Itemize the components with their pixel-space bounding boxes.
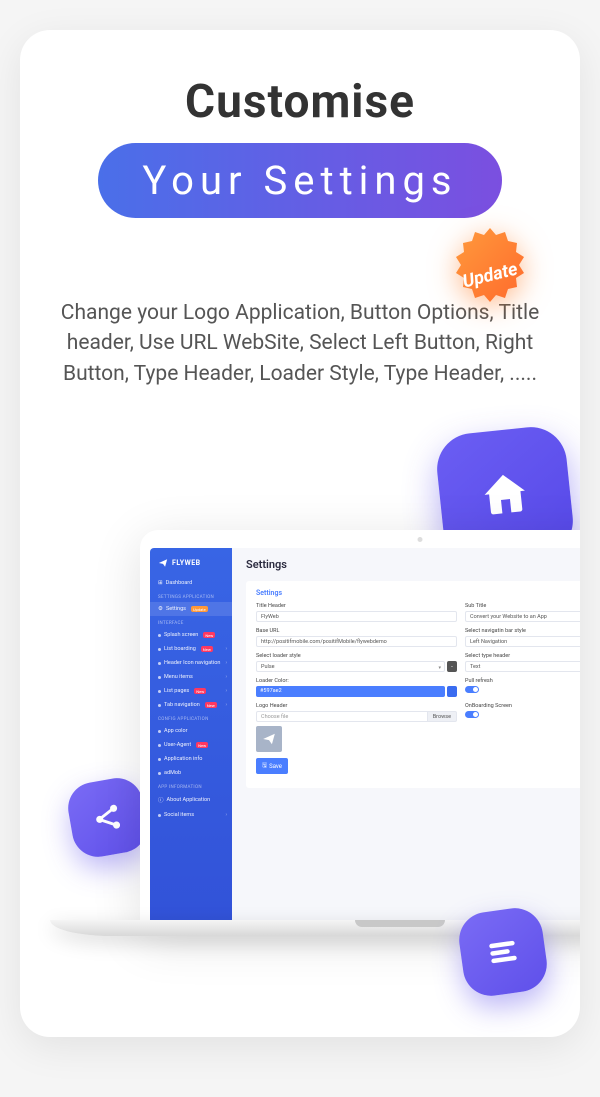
input-title-header[interactable]: FlyWeb (256, 611, 457, 622)
page-title: Settings (246, 558, 580, 571)
app-screen: FLYWEB ⊞Dashboard SETTINGS APPLICATION ⚙… (150, 548, 580, 930)
toggle-onboarding[interactable] (465, 711, 479, 718)
nav-section-config: CONFIG APPLICATION (150, 712, 232, 724)
label-base-url: Base URL (256, 628, 457, 634)
nav-app-info[interactable]: Application info (150, 752, 232, 766)
label-loader-style: Select loader style (256, 653, 457, 659)
nav-section-appinfo: APP INFORMATION (150, 780, 232, 792)
main-content: Do Settings Settings Title Header FlyWeb… (232, 548, 580, 930)
hero-subtitle: Your Settings (98, 143, 501, 218)
label-logo-header: Logo Header (256, 703, 457, 709)
paper-plane-icon (262, 732, 276, 746)
color-swatch[interactable] (447, 686, 457, 697)
input-base-url[interactable]: http://positifmobile.com/positifMobile/f… (256, 636, 457, 647)
nav-app-color[interactable]: App color (150, 724, 232, 738)
nav-social-items[interactable]: Social items› (150, 808, 232, 822)
logo-preview (256, 726, 282, 752)
paper-plane-icon (158, 558, 168, 568)
nav-admob[interactable]: adMob (150, 766, 232, 780)
loader-style-btn[interactable]: - (447, 661, 457, 672)
hero-title: Customise (20, 75, 580, 129)
nav-splash[interactable]: Splash screenNew (150, 628, 232, 642)
share-squircle-icon (64, 774, 151, 861)
browse-button[interactable]: Browse (428, 711, 457, 722)
label-pull-refresh: Pull refresh (465, 678, 580, 684)
nav-about-app[interactable]: ⓘAbout Application (150, 792, 232, 808)
brand-text: FLYWEB (172, 559, 201, 567)
nav-list-boarding[interactable]: List boardingNew› (150, 642, 232, 656)
input-logo-file[interactable]: Choose file (256, 711, 428, 722)
select-type-header[interactable]: Text (465, 661, 580, 672)
settings-panel: Settings Title Header FlyWeb Sub Title C… (246, 581, 580, 788)
select-loader-style[interactable]: Pulse (256, 661, 445, 672)
promo-card: Customise Your Settings Update Change yo… (20, 30, 580, 1037)
select-nav-style[interactable]: Left Navigation (465, 636, 580, 647)
input-loader-color[interactable]: #597ae2 (256, 686, 445, 697)
nav-section-interface: INTERFACE (150, 616, 232, 628)
panel-title: Settings (256, 589, 580, 597)
label-nav-style: Select navigatin bar style (465, 628, 580, 634)
list-squircle-icon (456, 905, 551, 1000)
hero: Customise Your Settings (20, 30, 580, 218)
label-title-header: Title Header (256, 603, 457, 609)
nav-user-agent[interactable]: User-AgentNew (150, 738, 232, 752)
nav-section-settings: SETTINGS APPLICATION (150, 590, 232, 602)
share-icon (88, 798, 127, 837)
label-sub-title: Sub Title (465, 603, 580, 609)
list-icon (483, 932, 524, 973)
nav-dashboard[interactable]: ⊞Dashboard (150, 576, 232, 590)
laptop-mockup: FLYWEB ⊞Dashboard SETTINGS APPLICATION ⚙… (140, 530, 580, 930)
save-button[interactable]: 🖫Save (256, 758, 288, 774)
nav-list-pages[interactable]: List pagesNew› (150, 684, 232, 698)
nav-menu-items[interactable]: Menu items› (150, 670, 232, 684)
nav-settings[interactable]: ⚙SettingsUpdate (150, 602, 232, 616)
nav-tab-navigation[interactable]: Tab navigationNew› (150, 698, 232, 712)
brand: FLYWEB (150, 556, 232, 576)
label-loader-color: Loader Color: (256, 678, 457, 684)
sidebar: FLYWEB ⊞Dashboard SETTINGS APPLICATION ⚙… (150, 548, 232, 930)
label-onboarding: OnBoarding Screen (465, 703, 580, 709)
label-type-header: Select type header (465, 653, 580, 659)
home-icon (475, 465, 534, 524)
nav-header-icon[interactable]: Header Icon navigation› (150, 656, 232, 670)
update-badge: Update (440, 225, 540, 325)
toggle-pull-refresh[interactable] (465, 686, 479, 693)
input-sub-title[interactable]: Convert your Website to an App (465, 611, 580, 622)
